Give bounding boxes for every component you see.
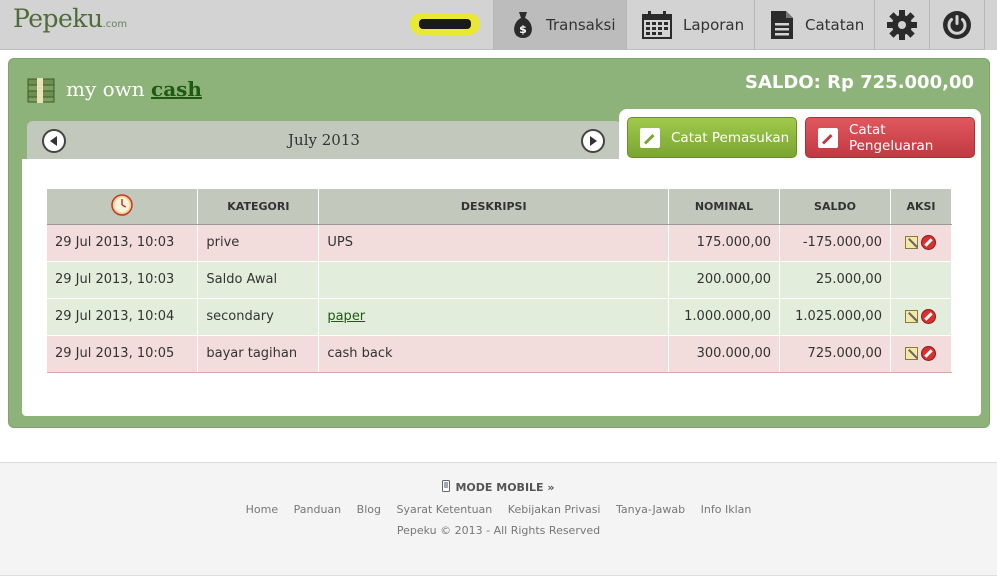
nav-laporan[interactable]: Laporan [626,0,754,50]
row-deskripsi-link[interactable]: paper [327,309,365,324]
table-row: 29 Jul 2013, 10:03 prive UPS 175.000,00 … [47,224,953,262]
account-prefix: my own [66,77,145,101]
account-name-link[interactable]: cash [151,77,202,101]
row-actions [890,298,953,336]
row-saldo: 1.025.000,00 [779,298,891,336]
column-header-nominal[interactable]: NOMINAL [668,189,780,225]
table-row: 29 Jul 2013, 10:03 Saldo Awal 200.000,00… [47,261,953,299]
table-row: 29 Jul 2013, 10:05 bayar tagihan cash ba… [47,335,953,373]
mobile-mode-link[interactable]: MODE MOBILE » [0,480,997,494]
footer: MODE MOBILE » Home Panduan Blog Syarat K… [0,462,997,576]
footer-link-faq[interactable]: Tanya-Jawab [616,503,685,516]
gear-icon [887,10,917,40]
table-header-row: KATEGORI DESKRIPSI NOMINAL SALDO AKSI [47,189,953,225]
next-month-button[interactable] [581,129,605,153]
footer-link-privasi[interactable]: Kebijakan Privasi [508,503,601,516]
column-header-deskripsi[interactable]: DESKRIPSI [318,189,670,225]
row-nominal: 300.000,00 [668,335,780,373]
calendar-icon [642,11,672,39]
column-header-kategori[interactable]: KATEGORI [197,189,320,225]
row-nominal: 1.000.000,00 [668,298,780,336]
logo-suffix: .com [102,19,128,30]
footer-link-panduan[interactable]: Panduan [294,503,342,516]
row-saldo: 25.000,00 [779,261,891,299]
row-kategori: secondary [197,298,320,336]
row-date: 29 Jul 2013, 10:03 [47,224,199,262]
edit-icon[interactable] [905,310,919,323]
logo-text: Pepeku [13,4,103,33]
footer-link-home[interactable]: Home [246,503,278,516]
arrow-right-icon [590,136,597,146]
footer-link-blog[interactable]: Blog [357,503,381,516]
row-kategori: bayar tagihan [197,335,320,373]
add-expense-button[interactable]: Catat Pengeluaran [805,117,975,158]
row-actions [890,261,953,299]
column-header-time[interactable] [47,189,199,225]
user-name-badge[interactable] [410,13,480,35]
svg-text:$: $ [519,23,527,36]
footer-links: Home Panduan Blog Syarat Ketentuan Kebij… [0,503,997,516]
delete-icon[interactable] [921,235,937,250]
logo[interactable]: Pepeku.com [13,4,127,33]
top-bar: Pepeku.com $ Transaksi Laporan Catatan [0,0,997,50]
row-deskripsi: cash back [318,335,670,373]
nav-catatan[interactable]: Catatan [754,0,874,50]
row-deskripsi: UPS [318,224,670,262]
nav-transaksi[interactable]: $ Transaksi [493,0,626,50]
row-kategori: Saldo Awal [197,261,320,299]
nav-settings[interactable] [874,0,929,50]
user-name [419,19,471,29]
saldo-total: SALDO: Rp 725.000,00 [745,72,974,93]
edit-icon[interactable] [905,236,919,249]
edit-icon[interactable] [905,347,919,360]
money-bag-icon: $ [514,12,532,38]
mobile-mode-label: MODE MOBILE » [455,481,555,494]
month-label: July 2013 [288,131,360,149]
edit-note-icon [818,127,838,148]
add-income-label: Catat Pemasukan [671,129,790,146]
add-income-button[interactable]: Catat Pemasukan [627,117,797,158]
row-deskripsi [318,261,670,299]
clock-icon [111,194,133,216]
nav-transaksi-label: Transaksi [546,16,616,34]
row-saldo: -175.000,00 [779,224,891,262]
table-row: 29 Jul 2013, 10:04 secondary paper 1.000… [47,298,953,336]
nav-catatan-label: Catatan [805,16,865,34]
power-icon [943,11,971,39]
month-selector: July 2013 [27,121,621,159]
delete-icon[interactable] [921,309,937,324]
mobile-phone-icon [442,480,451,492]
row-deskripsi: paper [318,298,670,336]
copyright: Pepeku © 2013 - All Rights Reserved [396,524,601,537]
top-bar-end [984,0,997,50]
nav-laporan-label: Laporan [683,16,745,34]
money-stack-icon [27,78,55,103]
row-date: 29 Jul 2013, 10:05 [47,335,199,373]
row-nominal: 200.000,00 [668,261,780,299]
row-actions [890,224,953,262]
add-expense-label: Catat Pengeluaran [848,121,934,154]
account-panel: my own cash SALDO: Rp 725.000,00 July 20… [8,58,990,428]
edit-note-icon [640,127,660,148]
account-title: my own cash [66,77,202,101]
transaction-table: KATEGORI DESKRIPSI NOMINAL SALDO AKSI 29… [47,189,953,373]
row-date: 29 Jul 2013, 10:03 [47,261,199,299]
row-kategori: prive [197,224,320,262]
footer-link-syarat[interactable]: Syarat Ketentuan [396,503,492,516]
row-date: 29 Jul 2013, 10:04 [47,298,199,336]
nav-logout[interactable] [929,0,984,50]
row-saldo: 725.000,00 [779,335,891,373]
document-icon [771,11,793,39]
column-header-aksi: AKSI [890,189,953,225]
row-nominal: 175.000,00 [668,224,780,262]
delete-icon[interactable] [921,346,937,361]
row-actions [890,335,953,373]
footer-link-iklan[interactable]: Info Iklan [701,503,752,516]
column-header-saldo[interactable]: SALDO [779,189,891,225]
